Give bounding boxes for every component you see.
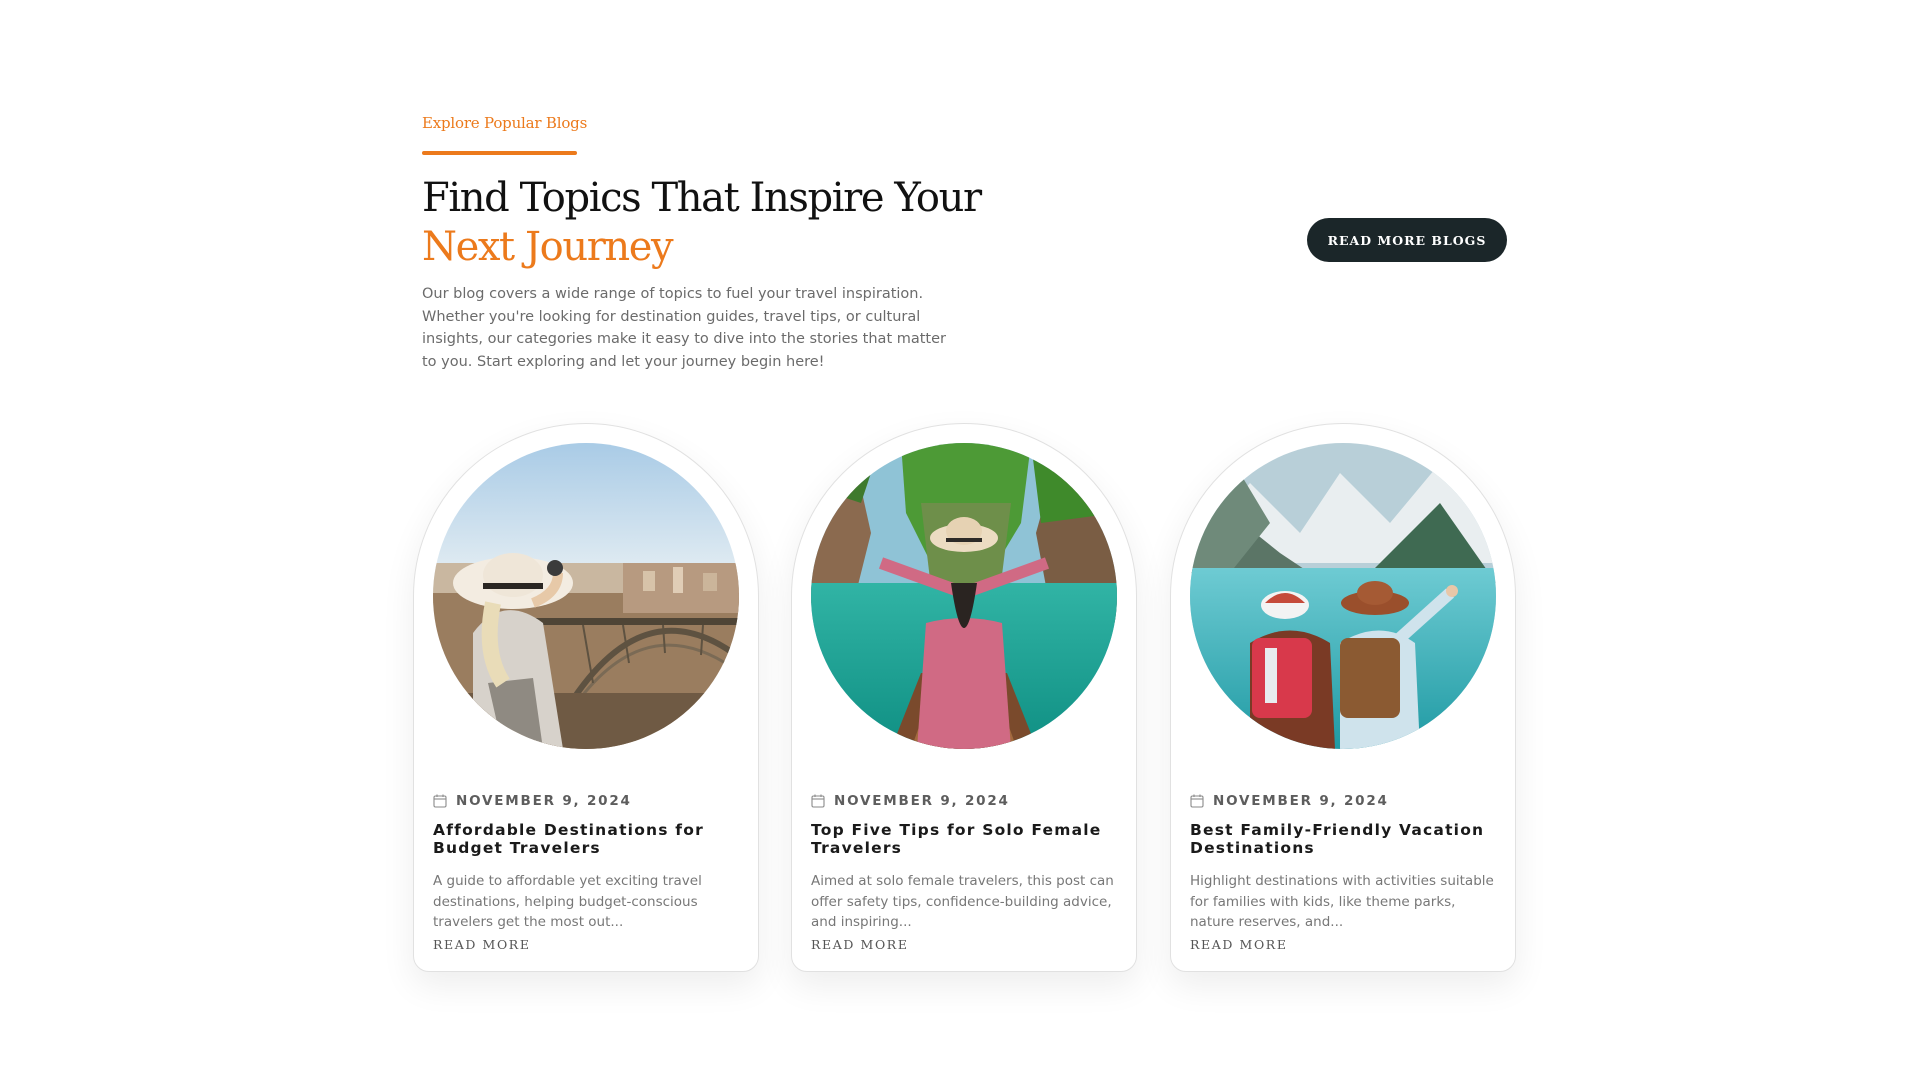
section-eyebrow: Explore Popular Blogs bbox=[422, 114, 588, 132]
woman-boat-lagoon-image bbox=[811, 443, 1117, 749]
read-more-link[interactable]: READ MORE bbox=[811, 937, 909, 952]
blog-card-date: NOVEMBER 9, 2024 bbox=[834, 793, 1010, 809]
blog-card-excerpt: Highlight destinations with activities s… bbox=[1190, 873, 1494, 930]
blog-card-meta: NOVEMBER 9, 2024 bbox=[811, 793, 1010, 809]
blog-card-image[interactable] bbox=[433, 443, 739, 749]
blog-card-excerpt: Aimed at solo female travelers, this pos… bbox=[811, 873, 1114, 930]
section-intro: Our blog covers a wide range of topics t… bbox=[422, 286, 946, 370]
section-title-line2: Next Journey bbox=[422, 224, 674, 270]
blog-card-meta: NOVEMBER 9, 2024 bbox=[1190, 793, 1389, 809]
woman-hat-bridge-image bbox=[433, 443, 739, 749]
popular-blogs-section: Explore Popular Blogs Find Topics That I… bbox=[0, 0, 1910, 1074]
blog-card[interactable]: NOVEMBER 9, 2024 Best Family-Friendly Va… bbox=[1170, 423, 1516, 972]
blog-card-date: NOVEMBER 9, 2024 bbox=[1213, 793, 1389, 809]
couple-mountain-lake-image bbox=[1190, 443, 1496, 749]
blog-card-image[interactable] bbox=[1190, 443, 1496, 749]
blog-card-title[interactable]: Affordable Destinations for Budget Trave… bbox=[433, 821, 743, 857]
blog-card-title[interactable]: Best Family-Friendly Vacation Destinatio… bbox=[1190, 821, 1500, 857]
read-more-link[interactable]: READ MORE bbox=[433, 937, 531, 952]
blog-card-date: NOVEMBER 9, 2024 bbox=[456, 793, 632, 809]
calendar-icon bbox=[811, 794, 825, 808]
section-title: Find Topics That Inspire Your Next Journ… bbox=[422, 174, 982, 272]
eyebrow-underline bbox=[422, 151, 577, 155]
blog-card[interactable]: NOVEMBER 9, 2024 Affordable Destinations… bbox=[413, 423, 759, 972]
section-title-line1: Find Topics That Inspire Your bbox=[422, 175, 982, 221]
blog-card-image[interactable] bbox=[811, 443, 1117, 749]
read-more-link[interactable]: READ MORE bbox=[1190, 937, 1288, 952]
calendar-icon bbox=[433, 794, 447, 808]
blog-card-title[interactable]: Top Five Tips for Solo Female Travelers bbox=[811, 821, 1121, 857]
calendar-icon bbox=[1190, 794, 1204, 808]
blog-card-meta: NOVEMBER 9, 2024 bbox=[433, 793, 632, 809]
read-more-blogs-button[interactable]: READ MORE BLOGS bbox=[1307, 218, 1507, 262]
blog-card[interactable]: NOVEMBER 9, 2024 Top Five Tips for Solo … bbox=[791, 423, 1137, 972]
blog-card-excerpt: A guide to affordable yet exciting trave… bbox=[433, 873, 702, 930]
